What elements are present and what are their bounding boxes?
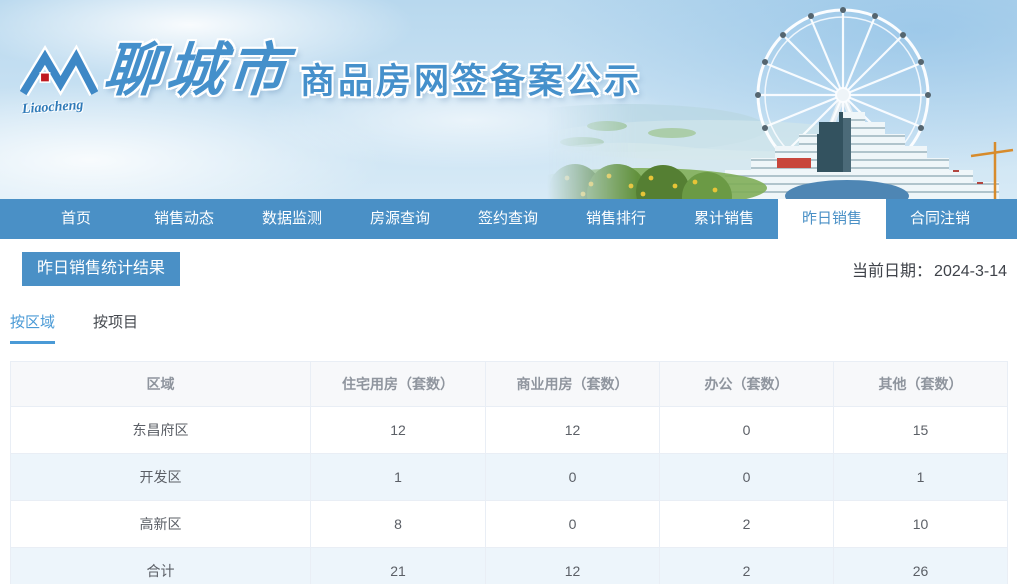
table-row: 高新区 8 0 2 10 [10,500,1008,548]
column-header-residential: 住宅用房（套数） [310,361,486,407]
current-date: 当前日期： 2024-3-14 [852,257,1007,281]
sales-table: 区域 住宅用房（套数） 商业用房（套数） 办公（套数） 其他（套数） 东昌府区 … [10,361,1008,584]
column-header-office: 办公（套数） [659,361,834,407]
table-header-row: 区域 住宅用房（套数） 商业用房（套数） 办公（套数） 其他（套数） [10,361,1008,407]
main-nav: 首页 销售动态 数据监测 房源查询 签约查询 销售排行 累计销售 昨日销售 合同… [0,199,1017,239]
site-title: 商品房网签备案公示 [300,62,643,101]
nav-item-signing-query[interactable]: 签约查询 [454,199,562,239]
value-cell: 0 [659,406,834,454]
value-cell: 0 [485,453,660,501]
column-header-region: 区域 [10,361,311,407]
value-cell: 21 [310,547,486,584]
value-cell: 8 [310,500,486,548]
nav-item-listing-query[interactable]: 房源查询 [346,199,454,239]
mountain-m-icon [17,44,101,97]
brand-block: Liaocheng 聊城市 商品房网签备案公示 [17,36,643,118]
value-cell: 12 [485,547,660,584]
tab-by-region[interactable]: 按区域 [10,311,56,344]
site-banner: Liaocheng 聊城市 商品房网签备案公示 [0,0,1017,199]
column-header-commercial: 商业用房（套数） [485,361,660,407]
value-cell: 0 [659,453,834,501]
nav-item-yesterday-sales[interactable]: 昨日销售 [778,199,886,239]
current-date-value: 2024-3-14 [934,263,1007,280]
region-cell: 合计 [10,547,311,584]
tab-by-project[interactable]: 按项目 [93,311,138,344]
value-cell: 12 [310,406,486,454]
table-row-total: 合计 21 12 2 26 [10,547,1008,584]
nav-item-data-monitor[interactable]: 数据监测 [238,199,346,239]
region-cell: 东昌府区 [10,406,311,454]
value-cell: 0 [485,500,660,548]
city-name: 聊城市 [101,38,293,103]
current-date-label: 当前日期： [852,263,933,280]
page: Liaocheng 聊城市 商品房网签备案公示 首页 销售动态 数据监测 房源查… [0,0,1017,584]
value-cell: 2 [659,547,834,584]
liaocheng-logo: Liaocheng [17,42,101,118]
value-cell: 15 [833,406,1008,454]
view-tabs: 按区域 按项目 [10,311,1007,344]
region-cell: 开发区 [10,453,311,501]
nav-item-home[interactable]: 首页 [22,199,130,239]
nav-item-cumulative-sales[interactable]: 累计销售 [670,199,778,239]
title-row: 昨日销售统计结果 当前日期： 2024-3-14 [10,252,1007,286]
page-title: 昨日销售统计结果 [22,252,181,286]
value-cell: 10 [833,500,1008,548]
table-row: 开发区 1 0 0 1 [10,453,1008,501]
region-cell: 高新区 [10,500,311,548]
brand-script-label: Liaocheng [21,97,84,118]
nav-item-contract-cancellation[interactable]: 合同注销 [886,199,994,239]
value-cell: 26 [833,547,1008,584]
content-area: 昨日销售统计结果 当前日期： 2024-3-14 按区域 按项目 区域 住宅用房（… [0,252,1017,584]
nav-item-sales-ranking[interactable]: 销售排行 [562,199,670,239]
value-cell: 1 [310,453,486,501]
nav-item-sales-dynamics[interactable]: 销售动态 [130,199,238,239]
value-cell: 1 [833,453,1008,501]
column-header-other: 其他（套数） [833,361,1008,407]
table-row: 东昌府区 12 12 0 15 [10,406,1008,454]
value-cell: 2 [659,500,834,548]
value-cell: 12 [485,406,660,454]
